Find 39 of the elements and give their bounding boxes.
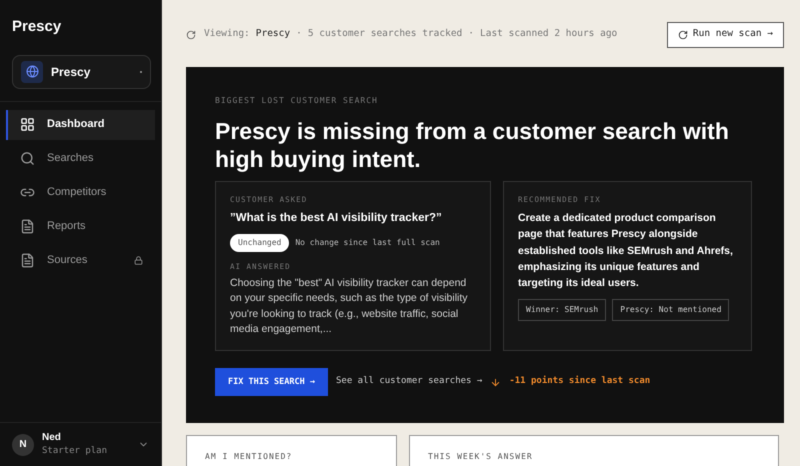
hero-title: Prescy is missing from a customer search with high buying intent.: [215, 117, 730, 173]
user-name: Ned: [42, 431, 62, 446]
result-tag: Winner: SEMrush: [518, 299, 606, 322]
viewing-label: Viewing:: [204, 27, 250, 42]
document-icon: [20, 253, 35, 268]
search-icon: [20, 151, 35, 166]
grid-icon: [20, 117, 35, 132]
card-title: THIS WEEK'S ANSWER: [428, 452, 533, 461]
status-badge: Unchanged: [230, 234, 290, 252]
workspace-name: Prescy: [256, 27, 290, 42]
card-title: AM I MENTIONED?: [205, 452, 292, 461]
workspace-selector[interactable]: Prescy: [12, 54, 151, 88]
nav-item[interactable]: Sources: [6, 246, 155, 276]
answer-text: Choosing the "best" AI visibility tracker can depend on your specific needs, such as the type of visibility you're looking to track (e.g., website traffic, social media engagement,...: [230, 276, 469, 338]
question-text: ”What is the best AI visibility tracker?”: [230, 211, 443, 226]
nav-item[interactable]: Searches: [6, 144, 155, 174]
nav-item[interactable]: Competitors: [6, 178, 155, 208]
separator: ·: [468, 27, 474, 42]
separator: ·: [296, 27, 302, 42]
document-icon: [20, 219, 35, 234]
badge-note: No change since last full scan: [295, 236, 440, 248]
tracked-count: 5 customer searches tracked: [308, 27, 462, 42]
run-scan-button[interactable]: Run new scan →: [666, 22, 784, 48]
avatar: N: [12, 434, 34, 456]
result-tag: Prescy: Not mentioned: [612, 299, 730, 322]
globe-icon: [26, 65, 38, 78]
fix-search-button[interactable]: FIX THIS SEARCH →: [215, 368, 328, 396]
refresh-icon: [678, 30, 688, 40]
eyebrow-label: BIGGEST LOST CUSTOMER SEARCH: [215, 95, 379, 107]
fix-text: Create a dedicated product comparison page that features Prescy alongside established tools like SEMrush and Ahrefs, emphasizing its unique features and targeting its ideal users.: [518, 211, 734, 292]
score-delta: -11 points since last scan: [509, 375, 650, 388]
last-scanned: Last scanned 2 hours ago: [480, 27, 618, 42]
refresh-icon: [186, 30, 196, 40]
see-all-link[interactable]: See all customer searches →: [336, 375, 482, 389]
nav-item[interactable]: Dashboard: [6, 110, 155, 140]
nav-item[interactable]: Reports: [6, 212, 155, 242]
arrow-down-icon: [490, 376, 502, 388]
plan-label: Starter plan: [42, 445, 108, 458]
brand-name: Prescy: [12, 17, 62, 37]
